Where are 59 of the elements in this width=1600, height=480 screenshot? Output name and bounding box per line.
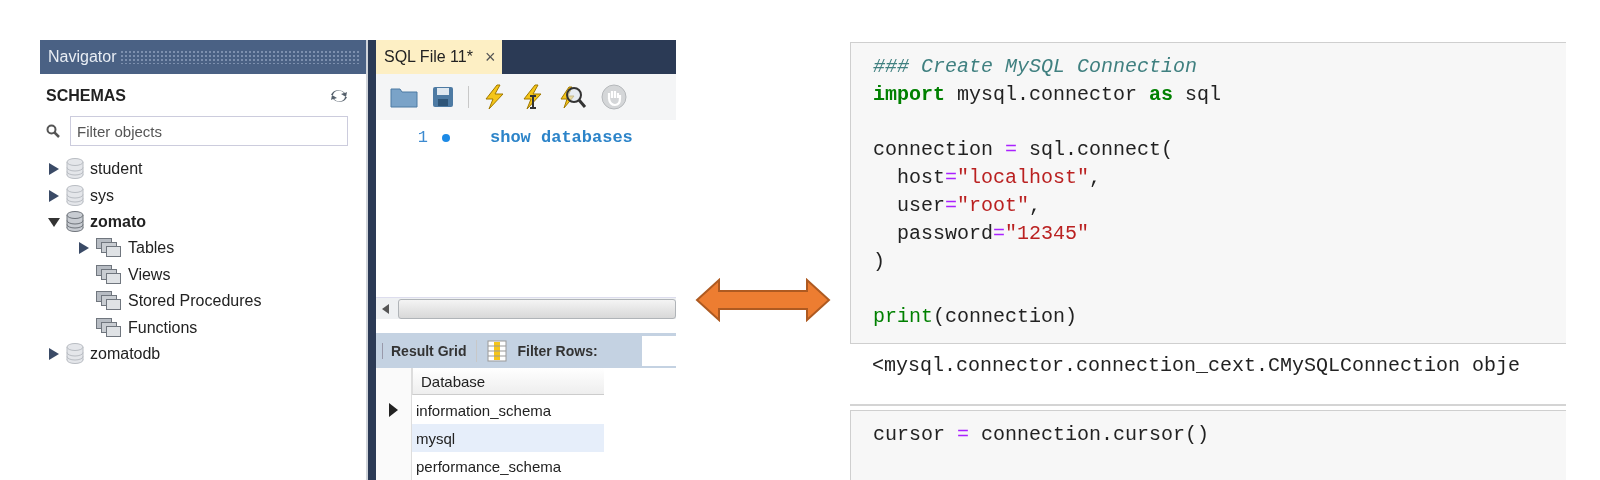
database-icon: [66, 210, 84, 233]
code-line: user="root",: [896, 193, 1043, 219]
result-grid-tab[interactable]: Result Grid: [382, 342, 467, 359]
code-cell[interactable]: cursor = connection.cursor(): [850, 409, 1566, 480]
cell-output: <mysql.connector.connection_cext.CMySQLConnection obje: [871, 352, 1522, 379]
lightning-icon[interactable]: [483, 84, 507, 111]
folder-tables-icon: [96, 291, 122, 312]
expand-arrow-icon[interactable]: [48, 163, 60, 176]
schema-name[interactable]: sys: [90, 186, 114, 205]
search-icon: [46, 124, 60, 138]
lightning-cursor-icon[interactable]: [521, 84, 545, 111]
folder-tables-icon: [96, 317, 122, 338]
table-cell-text: performance_schema: [415, 456, 563, 477]
tree-item[interactable]: Views: [128, 265, 171, 284]
horizontal-scrollbar[interactable]: [398, 298, 676, 319]
database-icon: [66, 158, 84, 181]
panel-title: Navigator: [48, 48, 117, 66]
code-line: cursor = connection.cursor(): [873, 421, 1211, 448]
filter-label: Filter Rows:: [517, 342, 598, 359]
folder-tables-icon: [96, 264, 122, 285]
double-arrow-icon: [695, 278, 831, 322]
row-header: [376, 368, 412, 396]
code-line: print(connection): [873, 304, 1079, 331]
expand-arrow-icon[interactable]: [48, 189, 60, 202]
code-line: ): [873, 248, 886, 275]
tree-item[interactable]: Stored Procedures: [128, 292, 262, 311]
schema-name[interactable]: student: [90, 160, 143, 179]
code-line: ### Create MySQL Connection: [873, 54, 1199, 80]
save-icon[interactable]: [432, 86, 454, 109]
collapse-arrow-icon[interactable]: [48, 215, 60, 228]
close-button[interactable]: ×: [484, 46, 496, 68]
statement-dot-icon: [442, 133, 450, 142]
filter-field[interactable]: Filter objects: [70, 116, 348, 146]
editor-tab[interactable]: SQL File 11* ×: [376, 40, 502, 74]
database-icon: [66, 184, 84, 207]
folder-tables-icon: [96, 238, 122, 259]
expand-arrow-icon[interactable]: [78, 242, 90, 255]
magnifier-lightning-icon[interactable]: [559, 84, 587, 111]
code-cell[interactable]: ### Create MySQL Connection import mysql.connector as sql connection = sql.connect( host="localhost", user="root", password="12345" ) print(connection): [850, 42, 1566, 344]
database-icon: [66, 342, 84, 365]
tree-item[interactable]: Tables: [128, 239, 175, 258]
code-line: show databases: [490, 128, 633, 148]
expand-arrow-icon[interactable]: [48, 347, 60, 360]
table-cell: mysql: [412, 424, 604, 452]
tree-item[interactable]: Functions: [128, 318, 198, 337]
section-title: SCHEMAS: [46, 87, 126, 105]
code-line: connection = sql.connect(: [873, 137, 1175, 164]
table-cell-text: information_schema: [415, 400, 553, 421]
code-line: password="12345": [896, 220, 1091, 247]
schema-name[interactable]: zomato: [90, 212, 146, 231]
scroll-left-icon[interactable]: [382, 303, 390, 314]
schema-name[interactable]: zomatodb: [90, 344, 161, 363]
line-number: 1: [416, 128, 428, 148]
column-header[interactable]: Database: [412, 368, 604, 395]
folder-icon[interactable]: [390, 86, 418, 109]
refresh-icon[interactable]: [330, 88, 348, 104]
code-line: import mysql.connector as sql: [873, 81, 1223, 108]
filter-rows-field[interactable]: [642, 335, 676, 366]
code-line: host="localhost",: [896, 165, 1103, 192]
